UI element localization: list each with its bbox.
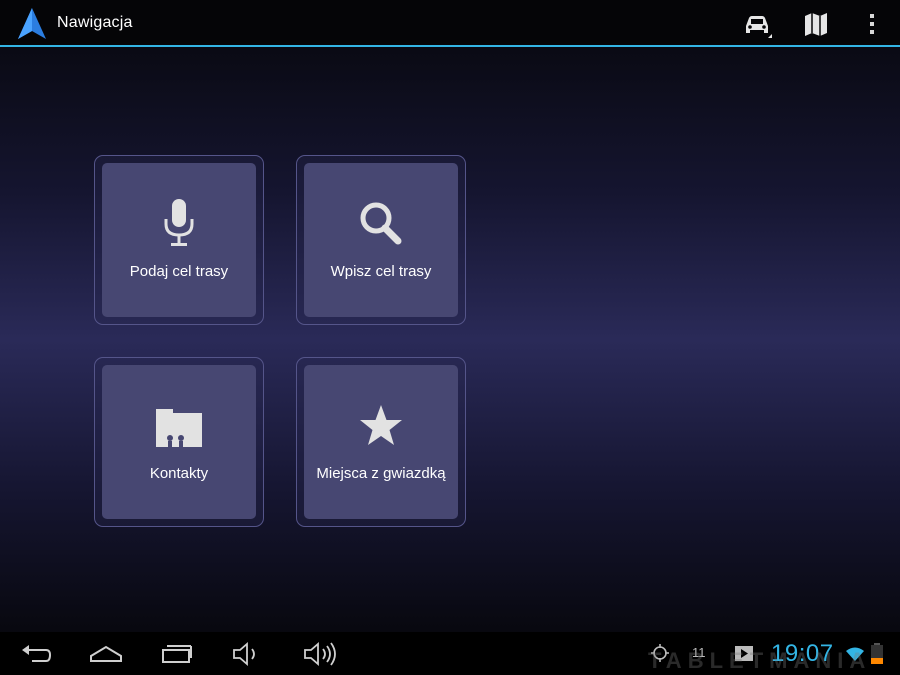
tile-label: Podaj cel trasy: [129, 263, 229, 280]
map-icon: [799, 8, 833, 40]
home-button[interactable]: [87, 640, 125, 668]
microphone-icon: [102, 197, 256, 253]
action-bar: Nawigacja: [0, 0, 900, 47]
overflow-menu-button[interactable]: [860, 8, 884, 40]
starred-places-tile[interactable]: Miejsca z gwiazdką: [304, 365, 458, 519]
recent-apps-icon: [159, 640, 195, 668]
overflow-menu-icon: [860, 8, 884, 40]
main-content: Podaj cel trasy Wpisz cel trasy Kontakty…: [0, 47, 900, 632]
back-button[interactable]: [18, 640, 54, 668]
back-icon: [18, 640, 54, 668]
contacts-icon: [102, 399, 256, 455]
volume-down-icon: [230, 640, 266, 668]
recent-apps-button[interactable]: [159, 640, 195, 668]
star-icon: [304, 399, 458, 455]
navigation-arrow-icon[interactable]: [16, 7, 48, 41]
map-button[interactable]: [799, 8, 833, 40]
tile-frame: Podaj cel trasy: [94, 155, 264, 325]
car-mode-button[interactable]: [740, 8, 774, 40]
home-icon: [87, 640, 125, 668]
tile-frame: Miejsca z gwiazdką: [296, 357, 466, 527]
tile-frame: Wpisz cel trasy: [296, 155, 466, 325]
search-icon: [304, 197, 458, 253]
car-mode-icon: [740, 8, 774, 40]
contacts-tile[interactable]: Kontakty: [102, 365, 256, 519]
volume-down-button[interactable]: [230, 640, 266, 668]
type-destination-tile[interactable]: Wpisz cel trasy: [304, 163, 458, 317]
app-title: Nawigacja: [57, 14, 133, 31]
tile-label: Miejsca z gwiazdką: [316, 465, 446, 482]
volume-up-icon: [301, 640, 341, 668]
speak-destination-tile[interactable]: Podaj cel trasy: [102, 163, 256, 317]
tile-frame: Kontakty: [94, 357, 264, 527]
tile-label: Kontakty: [149, 465, 209, 482]
battery-icon: [870, 643, 884, 670]
tile-label: Wpisz cel trasy: [330, 263, 432, 280]
volume-up-button[interactable]: [301, 640, 341, 668]
watermark: TABLETMANIA: [648, 648, 872, 673]
